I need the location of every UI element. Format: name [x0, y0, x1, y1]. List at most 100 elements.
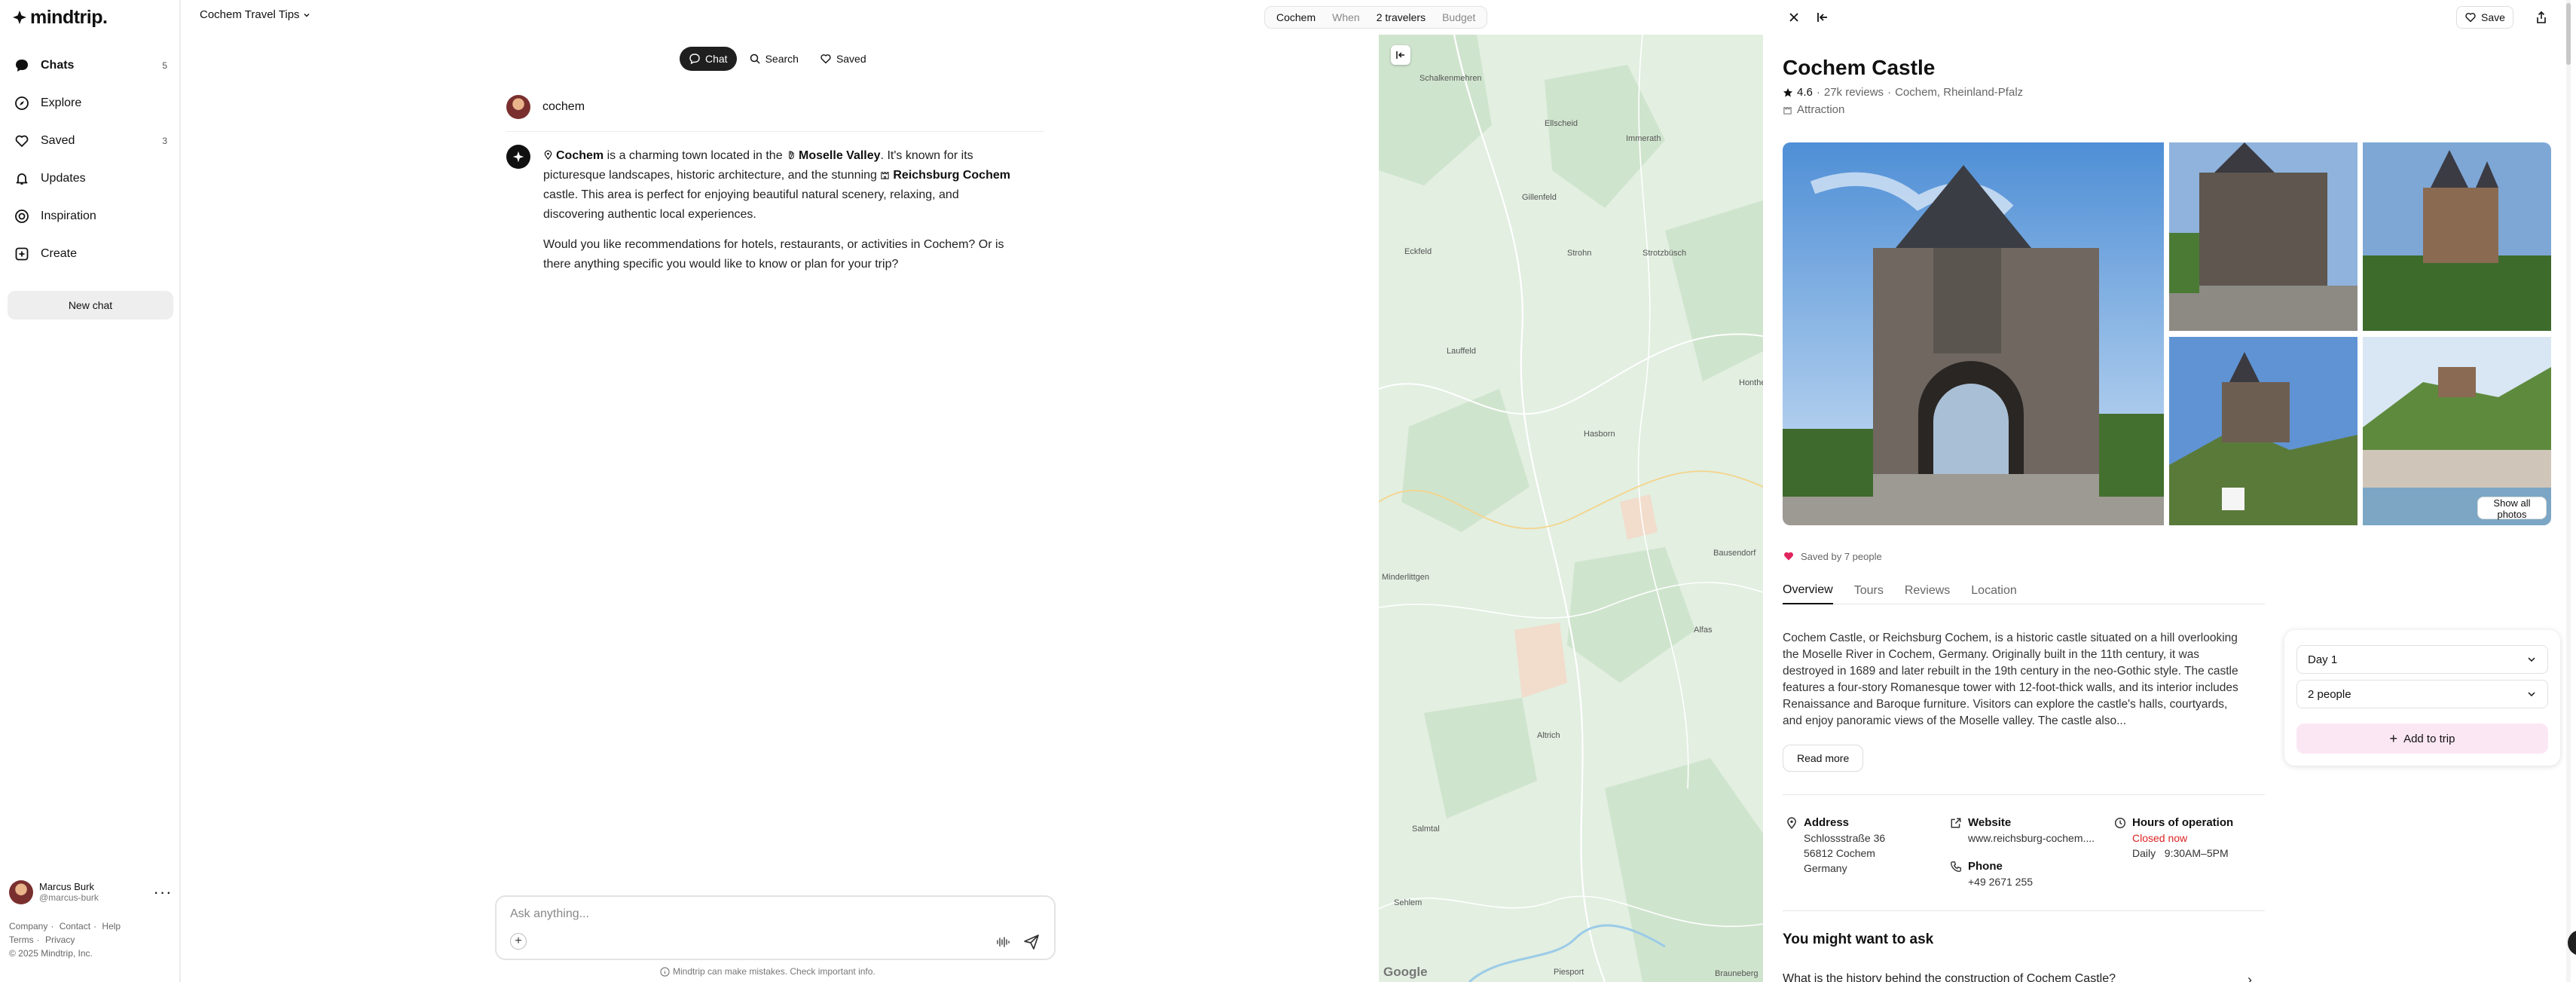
tab-search[interactable]: Search [740, 47, 808, 71]
add-attachment-icon[interactable]: + [510, 933, 527, 950]
map-attribution: Google [1383, 965, 1428, 979]
sidebar-item-chats[interactable]: Chats 5 [8, 50, 173, 81]
sidebar: mindtrip. Chats 5 Explore Saved 3 Update… [0, 0, 181, 982]
tab-location[interactable]: Location [1971, 577, 2027, 604]
scrollbar[interactable] [2566, 0, 2571, 982]
new-chat-button[interactable]: New chat [8, 291, 173, 320]
divider [1783, 910, 2265, 911]
info-icon [660, 966, 670, 977]
chat-input[interactable] [510, 907, 992, 921]
read-more-button[interactable]: Read more [1783, 745, 1864, 772]
close-icon[interactable] [1784, 8, 1804, 27]
footer-link-privacy[interactable]: Privacy [45, 935, 75, 945]
place-reviews[interactable]: 27k reviews [1824, 86, 1884, 99]
tab-tours[interactable]: Tours [1854, 577, 1894, 604]
logo-mark-icon [13, 11, 26, 24]
footer-link-help[interactable]: Help [102, 921, 121, 932]
place-category: Attraction [1783, 103, 1844, 116]
app-logo[interactable]: mindtrip. [12, 6, 108, 29]
avatar [9, 880, 33, 904]
sidebar-item-inspiration[interactable]: Inspiration [8, 200, 173, 232]
tab-overview[interactable]: Overview [1783, 577, 1833, 604]
place-link-reichsburg-cochem[interactable]: Reichsburg Cochem [893, 169, 1010, 182]
location-pin-icon [1787, 817, 1796, 829]
map-label: Strohn [1567, 249, 1592, 258]
voice-input-icon[interactable] [995, 935, 1010, 950]
map-label: Hontheim [1739, 378, 1763, 387]
add-to-trip-button[interactable]: + Add to trip [2296, 723, 2548, 754]
photo-main[interactable] [1783, 142, 2164, 525]
castle-icon [881, 172, 890, 179]
plus-icon: + [2389, 730, 2398, 746]
map-label: Brauneberg [1715, 969, 1759, 978]
more-options-icon[interactable]: ··· [154, 883, 172, 901]
footer-link-terms[interactable]: Terms [9, 935, 34, 945]
photo-thumbnail[interactable] [2169, 142, 2358, 331]
chevron-down-icon [304, 13, 310, 17]
sidebar-item-explore[interactable]: Explore [8, 87, 173, 119]
save-button[interactable]: Save [2456, 6, 2513, 29]
assistant-message: Cochem is a charming town located in the… [543, 146, 1012, 285]
trip-travelers[interactable]: 2 travelers [1368, 11, 1434, 23]
sidebar-item-saved[interactable]: Saved 3 [8, 125, 173, 157]
clock-icon [2114, 817, 2126, 829]
place-link-cochem[interactable]: Cochem [556, 149, 604, 162]
saved-by: Saved by 7 people [1783, 550, 1882, 562]
sidebar-item-create[interactable]: Create [8, 238, 173, 270]
place-meta: 4.6 · 27k reviews · Cochem, Rheinland-Pf… [1783, 86, 2023, 99]
map[interactable]: Schalkenmehren Ellscheid Immerath Gillen… [1379, 35, 1763, 982]
suggested-questions-title: You might want to ask [1783, 932, 1934, 947]
scrollbar-thumb[interactable] [2566, 3, 2571, 65]
phone-link[interactable]: +49 2671 255 [1968, 874, 2111, 889]
send-icon[interactable] [1022, 933, 1040, 951]
place-link-moselle-valley[interactable]: Moselle Valley [799, 149, 881, 162]
trip-when[interactable]: When [1324, 11, 1368, 23]
user-name: Marcus Burk [39, 881, 94, 892]
day-select[interactable]: Day 1 [2296, 645, 2548, 674]
avatar [506, 95, 530, 119]
tab-saved[interactable]: Saved [811, 47, 875, 71]
trip-settings-bar: Cochem When 2 travelers Budget [1264, 6, 1488, 29]
location-pin-icon [544, 150, 552, 160]
share-icon[interactable] [2532, 8, 2551, 27]
copyright: © 2025 Mindtrip, Inc. [9, 948, 93, 959]
map-label: Sehlem [1394, 898, 1422, 907]
tab-chat[interactable]: Chat [680, 47, 737, 71]
divider [506, 131, 1044, 132]
plus-square-icon [14, 246, 30, 262]
collapse-panel-icon[interactable] [1813, 8, 1832, 27]
chevron-right-icon[interactable]: › [2248, 972, 2252, 982]
photo-thumbnail[interactable] [2169, 337, 2358, 525]
map-label: Salmtal [1412, 824, 1440, 834]
footer-link-company[interactable]: Company [9, 921, 47, 932]
collapse-map-button[interactable] [1391, 45, 1410, 65]
user-profile[interactable]: Marcus Burk @marcus-burk ··· [9, 877, 172, 907]
photo-gallery: Show all photos [1783, 142, 2551, 527]
trip-budget[interactable]: Budget [1434, 11, 1484, 23]
footer-links: Company · Contact · Help Terms · Privacy © … [9, 921, 121, 959]
footer-link-contact[interactable]: Contact [60, 921, 90, 932]
trip-destination[interactable]: Cochem [1268, 11, 1324, 23]
suggested-question[interactable]: What is the history behind the construct… [1783, 972, 2116, 982]
target-icon [14, 208, 30, 225]
hours-block: Hours of operation Closed now Daily 9:30… [2114, 815, 2260, 861]
people-select[interactable]: 2 people [2296, 680, 2548, 708]
chat-title-dropdown[interactable]: Cochem Travel Tips [200, 8, 310, 21]
photo-thumbnail[interactable] [2363, 142, 2551, 331]
heart-filled-icon [1784, 552, 1793, 561]
sidebar-item-updates[interactable]: Updates [8, 163, 173, 194]
phone-block: Phone +49 2671 255 [1951, 859, 2111, 889]
website-link[interactable]: www.reichsburg-cochem.... [1968, 831, 2111, 846]
search-icon [750, 54, 760, 64]
map-label: Ellscheid [1545, 119, 1578, 128]
chat-bubble-icon [689, 54, 700, 65]
tab-reviews[interactable]: Reviews [1905, 577, 1960, 604]
landmark-icon [1783, 107, 1792, 115]
place-title: Cochem Castle [1783, 56, 1936, 79]
show-all-photos-button[interactable]: Show all photos [2477, 497, 2547, 520]
place-tabs: Overview Tours Reviews Location [1783, 577, 2265, 604]
star-icon [1783, 87, 1792, 96]
map-label: Schalkenmehren [1419, 74, 1482, 83]
place-detail-panel: Save Cochem Castle 4.6 · 27k reviews · C… [1763, 0, 2576, 982]
disclaimer: Mindtrip can make mistakes. Check import… [660, 966, 875, 977]
